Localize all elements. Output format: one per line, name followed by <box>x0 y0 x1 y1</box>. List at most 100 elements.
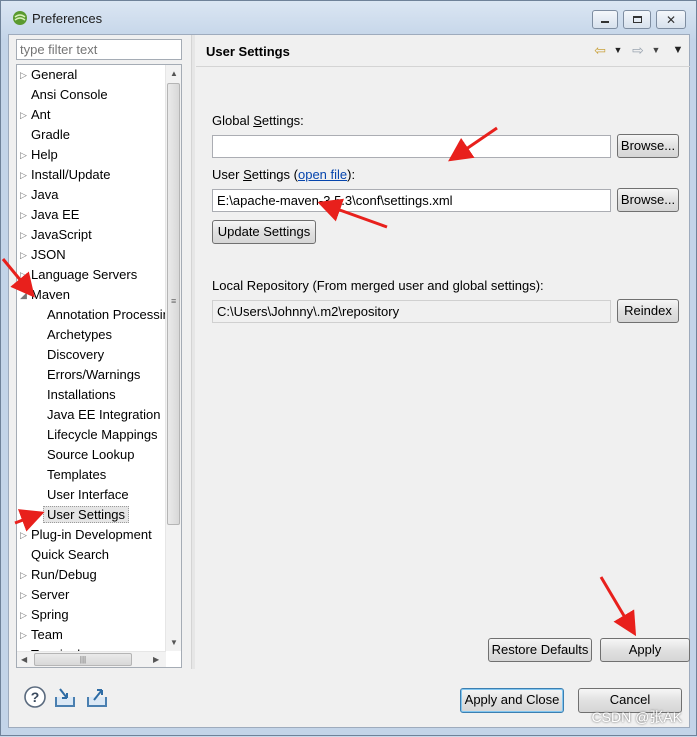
tree-vertical-scrollbar[interactable]: ▲ ≡ ▼ <box>165 65 181 651</box>
tree-item-label: Errors/Warnings <box>47 367 141 382</box>
collapsed-triangle-icon[interactable]: ▷ <box>20 205 30 225</box>
browse-user-button[interactable]: Browse... <box>617 188 679 212</box>
update-settings-button[interactable]: Update Settings <box>212 220 316 244</box>
tree-item[interactable]: Quick Search <box>31 545 109 565</box>
tree-item[interactable]: Archetypes <box>47 325 112 345</box>
tree-item[interactable]: ▷ JSON <box>20 245 66 265</box>
tree-item-label: Maven <box>31 287 71 302</box>
tree-item[interactable]: Lifecycle Mappings <box>47 425 158 445</box>
restore-defaults-button[interactable]: Restore Defaults <box>488 638 592 662</box>
minimize-button[interactable] <box>592 10 618 29</box>
tree-item[interactable]: Java EE Integration <box>47 405 160 425</box>
tree-item-label: Ant <box>31 107 51 122</box>
tree-item[interactable]: Discovery <box>47 345 104 365</box>
window-title: Preferences <box>32 11 103 26</box>
tree-item[interactable]: ▷ General <box>20 65 78 85</box>
tree-item[interactable]: ▷ Server <box>20 585 70 605</box>
forward-arrow-icon[interactable]: ⇨ <box>628 41 648 59</box>
tree-item[interactable]: User Interface <box>47 485 129 505</box>
collapsed-triangle-icon[interactable]: ▷ <box>20 105 30 125</box>
tree-item-label: Installations <box>47 387 116 402</box>
tree-item[interactable]: ▷ Plug-in Development <box>20 525 152 545</box>
apply-and-close-button[interactable]: Apply and Close <box>460 688 564 713</box>
expanded-triangle-icon[interactable]: ◢ <box>20 285 30 305</box>
minimize-icon <box>601 21 609 23</box>
svg-text:?: ? <box>31 689 40 705</box>
browse-global-button[interactable]: Browse... <box>617 134 679 158</box>
collapsed-triangle-icon[interactable]: ▷ <box>20 265 30 285</box>
filter-input[interactable] <box>16 39 182 60</box>
tree-item[interactable]: ◢ Maven <box>20 285 71 305</box>
tree-item-label: JSON <box>31 247 66 262</box>
tree-item-label: Annotation Processing <box>47 307 166 322</box>
user-settings-field[interactable]: E:\apache-maven-3.5.3\conf\settings.xml <box>212 189 611 212</box>
tree-horizontal-scrollbar[interactable]: ◀ ||| ▶ <box>17 651 166 667</box>
collapsed-triangle-icon[interactable]: ▷ <box>20 225 30 245</box>
tree-item[interactable]: ▷ Team <box>20 625 63 645</box>
tree-item-label: Server <box>31 587 70 602</box>
tree-item-label: Run/Debug <box>31 567 97 582</box>
collapsed-triangle-icon[interactable]: ▷ <box>20 65 30 85</box>
back-menu-chevron-icon[interactable]: ▼ <box>608 41 628 59</box>
tree-item[interactable]: ▷ Java EE <box>20 205 80 225</box>
collapsed-triangle-icon[interactable]: ▷ <box>20 605 30 625</box>
title-bar: Preferences ✕ <box>1 1 697 33</box>
import-icon[interactable] <box>53 685 77 709</box>
tree-item[interactable]: Templates <box>47 465 106 485</box>
user-settings-label: User Settings (open file): <box>212 167 356 182</box>
tree-item[interactable]: ▷ JavaScript <box>20 225 92 245</box>
scroll-down-icon[interactable]: ▼ <box>170 638 178 647</box>
pane-divider[interactable] <box>191 35 195 669</box>
tree-item[interactable]: User Settings <box>43 505 130 525</box>
tree-item[interactable]: ▷ Install/Update <box>20 165 111 185</box>
scroll-up-icon[interactable]: ▲ <box>170 69 178 78</box>
user-settings-page: Global Settings: Browse... User Settings… <box>196 68 690 669</box>
tree-item-label: Install/Update <box>31 167 111 182</box>
view-menu-icon[interactable]: ▼ <box>668 41 688 59</box>
tree-item[interactable]: Installations <box>47 385 116 405</box>
vertical-scroll-thumb[interactable]: ≡ <box>167 83 180 525</box>
collapsed-triangle-icon[interactable]: ▷ <box>20 565 30 585</box>
tree-item[interactable]: ▷ Run/Debug <box>20 565 97 585</box>
tree-item[interactable]: ▷ Ant <box>20 105 51 125</box>
open-file-link[interactable]: open file <box>298 167 347 182</box>
reindex-button[interactable]: Reindex <box>617 299 679 323</box>
tree-item[interactable]: Source Lookup <box>47 445 134 465</box>
collapsed-triangle-icon[interactable]: ▷ <box>20 625 30 645</box>
eclipse-app-icon <box>13 11 27 25</box>
apply-button[interactable]: Apply <box>600 638 690 662</box>
watermark: CSDN @张AK <box>591 709 682 725</box>
tree-item[interactable]: ▷ Spring <box>20 605 69 625</box>
scroll-left-icon[interactable]: ◀ <box>21 655 27 664</box>
tree-item-label: Team <box>31 627 63 642</box>
tree-item[interactable]: ▷ Help <box>20 145 58 165</box>
horizontal-scroll-thumb[interactable]: ||| <box>34 653 132 666</box>
back-arrow-icon[interactable]: ⇦ <box>590 41 610 59</box>
tree-item[interactable]: ▷ Language Servers <box>20 265 138 285</box>
tree-item[interactable]: Ansi Console <box>31 85 108 105</box>
tree-item[interactable]: Annotation Processing <box>47 305 166 325</box>
collapsed-triangle-icon[interactable]: ▷ <box>20 165 30 185</box>
tree-item-label: Java EE Integration <box>47 407 161 422</box>
collapsed-triangle-icon[interactable]: ▷ <box>20 145 30 165</box>
close-window-button[interactable]: ✕ <box>656 10 686 29</box>
export-icon[interactable] <box>85 685 109 709</box>
tree-item[interactable]: Gradle <box>31 125 70 145</box>
collapsed-triangle-icon[interactable]: ▷ <box>20 525 30 545</box>
tree-item-label: Java EE <box>31 207 80 222</box>
collapsed-triangle-icon[interactable]: ▷ <box>20 185 30 205</box>
global-settings-field[interactable] <box>212 135 611 158</box>
tree-item-label: Language Servers <box>31 267 138 282</box>
forward-menu-chevron-icon[interactable]: ▼ <box>646 41 666 59</box>
maximize-button[interactable] <box>623 10 651 29</box>
local-repository-field: C:\Users\Johnny\.m2\repository <box>212 300 611 323</box>
help-icon[interactable]: ? <box>23 685 47 709</box>
collapsed-triangle-icon[interactable]: ▷ <box>20 585 30 605</box>
tree-item-label: General <box>31 67 78 82</box>
tree-viewport: ▷ General Ansi Console ▷ Ant Gradle ▷ Help ▷ Inst… <box>17 65 166 651</box>
scroll-right-icon[interactable]: ▶ <box>153 655 159 664</box>
tree-item[interactable]: ▷ Java <box>20 185 58 205</box>
local-repository-label: Local Repository (From merged user and g… <box>212 278 544 293</box>
collapsed-triangle-icon[interactable]: ▷ <box>20 245 30 265</box>
tree-item[interactable]: Errors/Warnings <box>47 365 140 385</box>
